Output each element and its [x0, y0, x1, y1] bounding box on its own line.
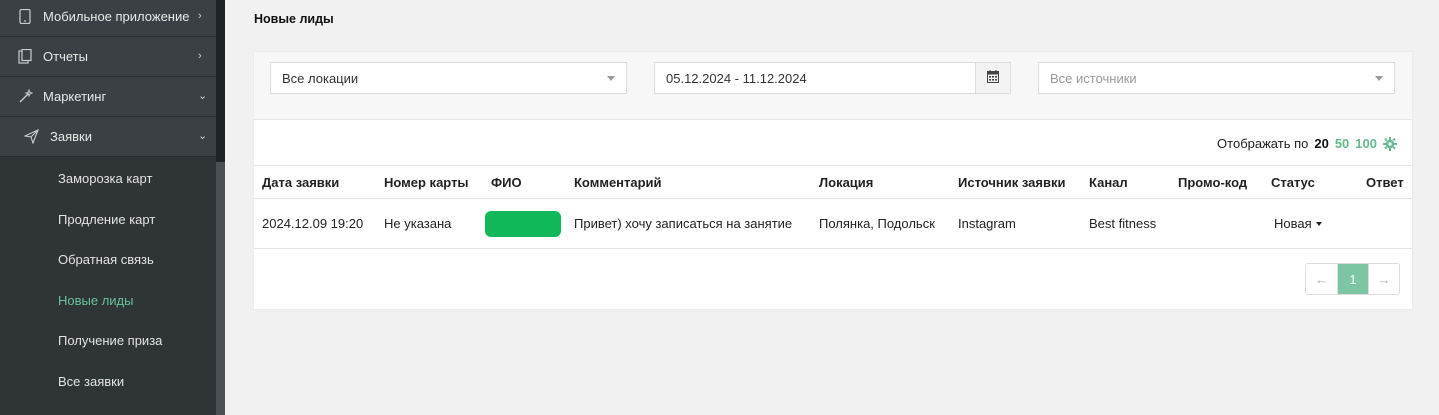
date-range-value: 05.12.2024 - 11.12.2024 — [666, 70, 807, 86]
sidebar-subitem-feedback[interactable]: Обратная связь — [0, 239, 216, 279]
leads-table: Дата заявки Номер карты ФИО Комментарий … — [254, 165, 1412, 249]
pagination-prev-button[interactable]: ← — [1306, 264, 1337, 294]
chevron-down-icon: ⌄ — [198, 130, 208, 142]
chevron-down-icon: ⌄ — [198, 90, 208, 102]
pagination-page-1[interactable]: 1 — [1337, 264, 1368, 294]
sidebar-subitem-prize[interactable]: Получение приза — [0, 320, 216, 360]
column-header-promo[interactable]: Промо-код — [1170, 165, 1263, 199]
sidebar-subitem-label: Продление карт — [58, 211, 156, 227]
cell-source: Instagram — [950, 198, 1081, 249]
column-header-source[interactable]: Источник заявки — [950, 165, 1081, 199]
sidebar-subitem-card-freeze[interactable]: Заморозка карт — [0, 158, 216, 198]
per-page-selector: Отображать по 20 50 100 — [1217, 136, 1397, 151]
calendar-icon — [987, 70, 999, 86]
column-header-fio[interactable]: ФИО — [483, 165, 566, 199]
send-icon — [23, 128, 39, 144]
status-value: Новая — [1274, 216, 1312, 231]
sidebar-item-label: Маркетинг — [43, 89, 107, 104]
pagination-next-button[interactable]: → — [1368, 264, 1399, 294]
source-select[interactable]: Все источники — [1038, 62, 1395, 94]
chevron-right-icon: › — [198, 10, 202, 22]
table-row[interactable]: 2024.12.09 19:20 Не указана Привет) хочу… — [254, 198, 1412, 249]
chevron-right-icon: › — [198, 50, 202, 62]
cell-promo — [1170, 198, 1263, 249]
cell-answer — [1358, 198, 1412, 249]
calendar-button[interactable] — [975, 62, 1011, 94]
leads-panel: Все локации 05.12.2024 - 11.12.2024 Все … — [253, 51, 1413, 310]
gear-icon[interactable] — [1383, 136, 1397, 151]
source-select-placeholder: Все источники — [1050, 70, 1137, 86]
sidebar-item-label: Заявки — [50, 129, 92, 144]
sidebar-subitem-label: Новые лиды — [58, 292, 134, 308]
sidebar-subitem-all-requests[interactable]: Все заявки — [0, 361, 216, 401]
location-select-value: Все локации — [282, 70, 359, 86]
clipboard-icon — [17, 48, 33, 64]
sidebar-subitem-new-leads[interactable]: Новые лиды — [0, 280, 216, 320]
sidebar-subitem-label: Обратная связь — [58, 251, 154, 267]
sidebar-item-requests[interactable]: Заявки ⌄ — [0, 117, 216, 157]
sidebar-item-reports[interactable]: Отчеты › — [0, 37, 216, 77]
sidebar-item-label: Отчеты — [43, 49, 88, 64]
caret-down-icon — [607, 76, 615, 81]
filter-bar: Все локации 05.12.2024 - 11.12.2024 Все … — [254, 52, 1412, 120]
sidebar-subitem-label: Все заявки — [58, 373, 125, 389]
phone-icon — [17, 8, 33, 24]
caret-down-icon — [1375, 76, 1383, 81]
per-page-label: Отображать по — [1217, 136, 1309, 151]
cell-fio — [483, 198, 566, 249]
column-header-answer[interactable]: Ответ — [1358, 165, 1412, 199]
sidebar-item-mobile-app[interactable]: Мобильное приложение › — [0, 0, 216, 37]
caret-down-icon — [1315, 221, 1322, 226]
per-page-option-20[interactable]: 20 — [1314, 136, 1328, 151]
table-header-row: Дата заявки Номер карты ФИО Комментарий … — [254, 165, 1412, 199]
column-header-channel[interactable]: Канал — [1081, 165, 1170, 199]
sidebar-item-label: Мобильное приложение — [43, 9, 190, 24]
sidebar-subitem-card-extension[interactable]: Продление карт — [0, 199, 216, 239]
sidebar-subitem-label: Получение приза — [58, 332, 163, 348]
column-header-location[interactable]: Локация — [811, 165, 950, 199]
cell-status: Новая — [1263, 198, 1358, 249]
cell-channel: Best fitness — [1081, 198, 1170, 249]
cell-location: Полянка, Подольск — [811, 198, 950, 249]
sidebar: Мобильное приложение › Отчеты › Маркетин… — [0, 0, 225, 415]
sidebar-item-marketing[interactable]: Маркетинг ⌄ — [0, 77, 216, 117]
cell-comment: Привет) хочу записаться на занятие — [566, 198, 811, 249]
status-dropdown[interactable]: Новая — [1274, 216, 1322, 231]
location-select[interactable]: Все локации — [270, 62, 627, 94]
cell-card: Не указана — [376, 198, 483, 249]
per-page-option-50[interactable]: 50 — [1335, 136, 1349, 151]
cell-date: 2024.12.09 19:20 — [254, 198, 376, 249]
column-header-date[interactable]: Дата заявки — [254, 165, 376, 199]
column-header-card[interactable]: Номер карты — [376, 165, 483, 199]
column-header-status[interactable]: Статус — [1263, 165, 1358, 199]
pagination: ← 1 → — [1305, 263, 1400, 295]
date-range-input[interactable]: 05.12.2024 - 11.12.2024 — [654, 62, 976, 94]
fio-redacted-badge — [485, 210, 561, 237]
column-header-comment[interactable]: Комментарий — [566, 165, 811, 199]
wand-icon — [17, 88, 33, 104]
sidebar-scrollbar-thumb[interactable] — [216, 162, 225, 415]
page-title: Новые лиды — [254, 12, 334, 26]
sidebar-subitem-label: Заморозка карт — [58, 170, 153, 186]
per-page-option-100[interactable]: 100 — [1355, 136, 1377, 151]
